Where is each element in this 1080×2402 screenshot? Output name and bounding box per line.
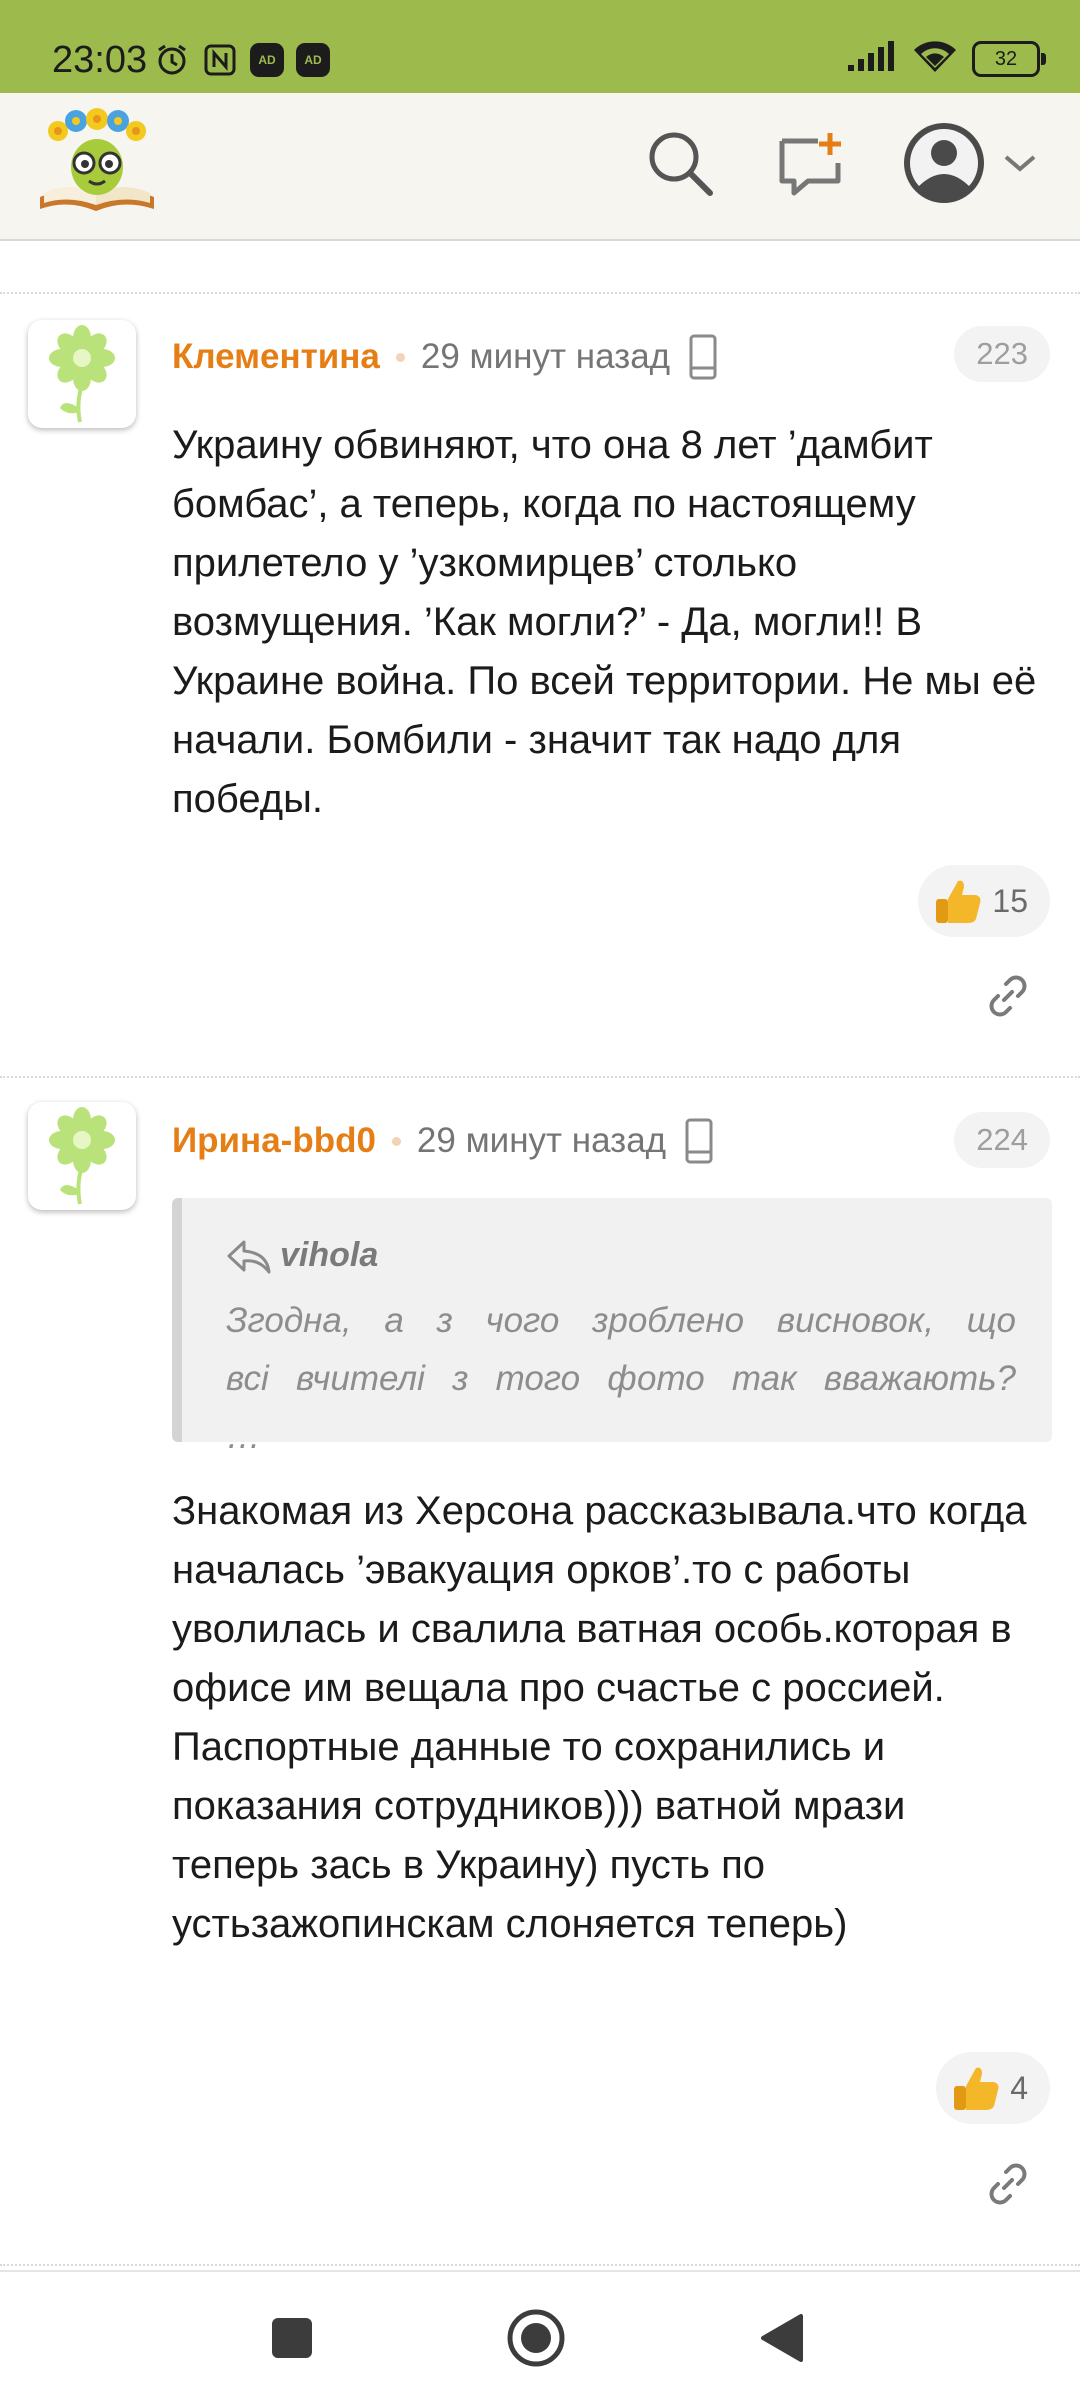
comment-text: Украину обвиняют, что она 8 лет ’дамбит … (172, 423, 1037, 821)
new-message-icon (779, 133, 841, 196)
recents-square-icon (272, 2318, 312, 2358)
flower-avatar-icon (49, 325, 115, 423)
comment-number-badge[interactable]: 224 (954, 1112, 1050, 1168)
comment-number-badge[interactable]: 223 (954, 326, 1050, 382)
comment-meta: Клементина 29 минут назад (172, 332, 718, 382)
comment-time: 29 минут назад (416, 1121, 667, 1160)
link-icon[interactable] (984, 972, 1032, 1020)
comment: Ирина-bbd0 29 минут назад 224 vihola Зго… (0, 1102, 1080, 2262)
link-icon[interactable] (984, 2160, 1032, 2208)
search-icon (649, 132, 713, 196)
quote-author: vihola (280, 1236, 379, 1274)
alarm-icon (154, 42, 190, 78)
thumbs-up-icon (936, 880, 981, 923)
search-button[interactable] (640, 123, 720, 203)
comment-author[interactable]: Ирина-bbd0 (172, 1121, 376, 1161)
quote-text: Згодна, а з чого зроблено висновок, що в… (226, 1301, 1016, 1456)
home-circle-icon (507, 2309, 565, 2367)
quote-header: vihola (226, 1236, 378, 1275)
thumbs-up-icon (954, 2067, 999, 2110)
nfc-icon (202, 42, 238, 78)
ad-blocker-icon: AD (250, 43, 284, 77)
avatar[interactable] (28, 320, 136, 428)
comment: Клементина 29 минут назад 223 Украину об… (0, 320, 1080, 1080)
status-time: 23:03 (52, 39, 148, 81)
home-button[interactable] (506, 2308, 566, 2368)
battery-indicator: 32 (972, 40, 1046, 77)
ad-badge-label: AD (304, 53, 322, 67)
signal-icon (846, 39, 898, 78)
recents-button[interactable] (262, 2308, 322, 2368)
status-right: 32 (846, 38, 1046, 79)
mobile-phone-icon (685, 1118, 713, 1164)
chevron-down-icon (1004, 155, 1036, 172)
divider (0, 2264, 1080, 2266)
system-nav-bar (0, 2270, 1080, 2402)
comment-meta: Ирина-bbd0 29 минут назад (172, 1116, 714, 1166)
ad-blocker-icon: AD (296, 43, 330, 77)
user-avatar-icon (904, 123, 984, 203)
divider (0, 292, 1080, 294)
like-button[interactable]: 15 (918, 865, 1050, 937)
site-logo[interactable] (34, 107, 160, 217)
quoted-reply[interactable]: vihola Згодна, а з чого зроблено висново… (172, 1198, 1052, 1456)
back-button[interactable] (750, 2308, 810, 2368)
divider (0, 1076, 1080, 1078)
comment-text: Знакомая из Херсона рассказывала.что ког… (172, 1489, 1027, 1946)
separator-dot (391, 1136, 401, 1146)
status-bar: 23:03 AD AD 32 (0, 0, 1080, 93)
app-header (0, 93, 1080, 241)
comment-time: 29 минут назад (420, 337, 671, 376)
like-count: 15 (992, 882, 1028, 919)
comment-author[interactable]: Клементина (172, 337, 380, 377)
ad-badge-label: AD (258, 53, 276, 67)
mobile-phone-icon (689, 334, 717, 380)
like-button[interactable]: 4 (936, 2052, 1050, 2124)
user-menu[interactable] (896, 123, 1046, 203)
separator-dot (395, 352, 405, 362)
new-message-button[interactable] (770, 123, 850, 203)
wifi-icon (912, 38, 958, 79)
reply-arrow-icon (227, 1240, 271, 1273)
like-count: 4 (1010, 2069, 1028, 2106)
flower-avatar-icon (49, 1107, 115, 1205)
status-icons: AD AD (154, 40, 330, 80)
back-triangle-icon (761, 2314, 803, 2362)
avatar[interactable] (28, 1102, 136, 1210)
